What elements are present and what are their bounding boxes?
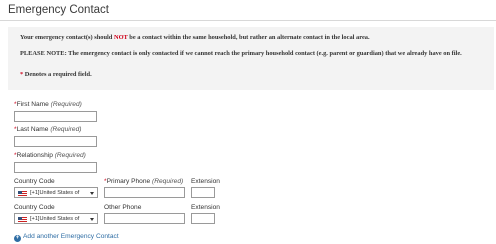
section-title: Emergency Contact [8, 4, 109, 16]
notice-p3-text: Denotes a required field. [23, 71, 92, 78]
other-phone-input[interactable] [104, 213, 185, 224]
first-name-label-text: First Name [16, 101, 49, 108]
required-note: (Required) [50, 126, 82, 133]
country-code-value: [+1]United States of [30, 216, 80, 222]
notice-paragraph-1: Your emergency contact(s) should NOT be … [20, 34, 490, 43]
extension-input[interactable] [191, 213, 215, 224]
notice-paragraph-2: PLEASE NOTE: The emergency contact is on… [20, 50, 490, 59]
first-name-input[interactable] [14, 111, 97, 122]
notice-paragraph-3: * Denotes a required field. [20, 71, 490, 80]
notice-p2-text: PLEASE NOTE: The emergency contact is on… [20, 50, 462, 57]
relationship-input[interactable] [14, 162, 97, 173]
country-code-value: [+1]United States of [30, 190, 80, 196]
notice-p1-text: Your emergency contact(s) should [20, 34, 114, 41]
required-note: (Required) [152, 178, 184, 185]
extension-input[interactable] [191, 187, 215, 198]
country-code-select[interactable]: [+1]United States of [14, 213, 98, 224]
notice-emphasis: NOT [113, 34, 128, 41]
other-phone-label: Other Phone [104, 204, 142, 211]
last-name-input[interactable] [14, 136, 97, 147]
relationship-label-text: Relationship [16, 152, 53, 159]
primary-phone-label: *Primary Phone (Required) [104, 178, 183, 185]
us-flag-icon [18, 217, 27, 222]
chevron-down-icon [90, 192, 94, 195]
last-name-label-text: Last Name [16, 126, 49, 133]
title-divider [0, 20, 496, 21]
first-name-label: *First Name (Required) [14, 101, 82, 108]
relationship-label: *Relationship (Required) [14, 152, 86, 159]
last-name-label: *Last Name (Required) [14, 126, 81, 133]
extension-label: Extension [191, 178, 220, 185]
us-flag-icon [18, 191, 27, 196]
primary-phone-label-text: Primary Phone [106, 178, 151, 185]
country-code-label: Country Code [14, 204, 55, 211]
add-emergency-contact-link[interactable]: + Add another Emergency Contact [14, 233, 119, 242]
required-note: (Required) [54, 152, 86, 159]
required-note: (Required) [50, 101, 82, 108]
primary-phone-input[interactable] [104, 187, 185, 198]
plus-circle-icon: + [14, 235, 21, 242]
country-code-label: Country Code [14, 178, 55, 185]
extension-label: Extension [191, 204, 220, 211]
notice-p1-rest: be a contact within the same household, … [127, 34, 370, 41]
notice-box: Your emergency contact(s) should NOT be … [8, 27, 494, 90]
add-contact-text: Add another Emergency Contact [23, 233, 119, 240]
chevron-down-icon [90, 218, 94, 221]
country-code-select[interactable]: [+1]United States of [14, 187, 98, 198]
